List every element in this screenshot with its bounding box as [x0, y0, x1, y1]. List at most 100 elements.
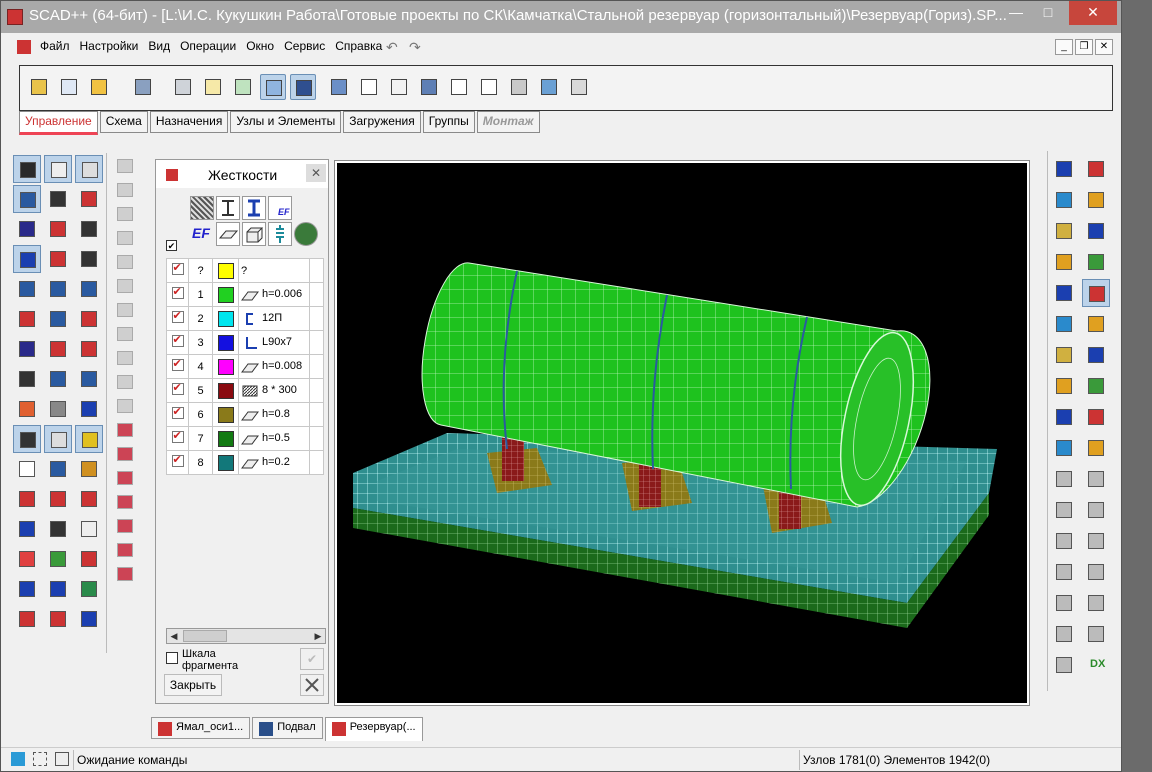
dx-button[interactable]: DX — [1082, 651, 1110, 679]
report-button[interactable] — [566, 74, 592, 100]
load-l-tool-button[interactable] — [44, 515, 72, 543]
fly-view-button[interactable] — [1050, 155, 1078, 183]
row-color[interactable] — [212, 306, 239, 331]
tab-nodes-elements[interactable]: Узлы и Элементы — [230, 111, 342, 133]
close-window-button[interactable]: ✕ — [1069, 1, 1117, 25]
row-visible-checkbox[interactable] — [166, 354, 189, 379]
stiffness-row[interactable]: 4 h=0.008 — [166, 354, 324, 379]
orbit-view-button[interactable] — [1050, 186, 1078, 214]
rotate-xy-view-button[interactable] — [1050, 279, 1078, 307]
node-grid-tool-button[interactable] — [75, 245, 103, 273]
filter-icon[interactable] — [55, 752, 69, 766]
hatch-section-icon[interactable] — [190, 196, 214, 220]
beam-g-tool-button[interactable] — [44, 575, 72, 603]
menu-operations[interactable]: Операции — [175, 39, 241, 53]
stiffness-row[interactable]: 1 h=0.006 — [166, 282, 324, 307]
stiffness-row[interactable]: 8 h=0.2 — [166, 450, 324, 475]
ef-beam-icon[interactable]: EF — [268, 196, 292, 220]
row-color[interactable] — [212, 354, 239, 379]
light-tool-button[interactable] — [75, 425, 103, 453]
cube-link-icon[interactable] — [117, 495, 133, 509]
menu-view[interactable]: Вид — [143, 39, 175, 53]
node-set-tool-button[interactable] — [44, 245, 72, 273]
menu-settings[interactable]: Настройки — [75, 39, 144, 53]
tools-button[interactable] — [300, 674, 324, 696]
bag-2-view-button[interactable] — [1082, 620, 1110, 648]
status-mode-icon[interactable] — [11, 752, 25, 766]
zoom-view-button[interactable] — [1050, 465, 1078, 493]
tab-groups[interactable]: Группы — [422, 111, 475, 133]
plate-tool-2-icon[interactable] — [117, 327, 133, 341]
menu-file[interactable]: Файл — [35, 39, 75, 53]
screen-view-button[interactable] — [1082, 496, 1110, 524]
image-button[interactable] — [416, 74, 442, 100]
snap-icon[interactable] — [33, 752, 47, 766]
load-g-tool-button[interactable] — [13, 515, 41, 543]
node-force-tool-button[interactable] — [44, 335, 72, 363]
sz-button[interactable] — [476, 74, 502, 100]
arrow-down-icon[interactable] — [117, 159, 133, 173]
row-visible-checkbox[interactable] — [166, 282, 189, 307]
scroll-left-icon[interactable]: ◀ — [167, 629, 181, 643]
solid-box-tool-button[interactable] — [44, 425, 72, 453]
stiffness-row[interactable]: 3 L90x7 — [166, 330, 324, 355]
export-button[interactable] — [356, 74, 382, 100]
grid-g-tool-button[interactable] — [13, 485, 41, 513]
node-down-tool-button[interactable] — [13, 335, 41, 363]
red-grid-icon[interactable] — [117, 423, 133, 437]
process-button[interactable] — [446, 74, 472, 100]
load-n-tool-button[interactable] — [13, 215, 41, 243]
bar-chart-tool-button[interactable] — [44, 545, 72, 573]
row-visible-checkbox[interactable] — [166, 426, 189, 451]
sum-load-tool-button[interactable] — [44, 605, 72, 633]
spring-node-tool-button[interactable] — [13, 185, 41, 213]
table-tool-icon[interactable] — [117, 567, 133, 581]
cube-tool-button[interactable] — [13, 455, 41, 483]
grid-n-tool-button[interactable] — [44, 485, 72, 513]
plate-eraser-tool-button[interactable] — [13, 425, 41, 453]
row-color[interactable] — [212, 330, 239, 355]
dot-grid-tool-button[interactable] — [75, 395, 103, 423]
open-button[interactable] — [86, 74, 112, 100]
menu-window[interactable]: Окно — [241, 39, 279, 53]
circle-view-button[interactable] — [1050, 558, 1078, 586]
arrow-curve-icon[interactable] — [117, 183, 133, 197]
paint-tool-icon[interactable] — [117, 399, 133, 413]
pen-g-tool-button[interactable] — [75, 575, 103, 603]
doc-tab-basement[interactable]: Подвал — [252, 717, 323, 739]
box-tool-button[interactable] — [75, 155, 103, 183]
color-grid-tool-button[interactable] — [75, 545, 103, 573]
ef-icon[interactable]: EF — [190, 222, 214, 246]
row-visible-checkbox[interactable] — [166, 402, 189, 427]
rotate-x-view-button[interactable] — [1082, 186, 1110, 214]
row-visible-checkbox[interactable] — [166, 378, 189, 403]
plate-tool-icon[interactable] — [117, 303, 133, 317]
axes-rotate-tool-button[interactable] — [13, 305, 41, 333]
solid-icon[interactable] — [242, 222, 266, 246]
pencil-tool-button[interactable] — [13, 155, 41, 183]
plate-icon[interactable] — [216, 222, 240, 246]
cube-cyan-4-view-button[interactable] — [1050, 403, 1078, 431]
fragment-view-button[interactable] — [1050, 434, 1078, 462]
axes-parallel-tool-button[interactable] — [75, 275, 103, 303]
tab-scheme[interactable]: Схема — [99, 111, 148, 133]
cursor-icon[interactable] — [117, 207, 133, 221]
import-button[interactable] — [26, 74, 52, 100]
apply-button[interactable]: ✔ — [300, 648, 324, 670]
cube-cyan-3-view-button[interactable] — [1082, 372, 1110, 400]
scheme-button[interactable] — [200, 74, 226, 100]
cube-cyan-2-view-button[interactable] — [1050, 372, 1078, 400]
plate-grid-tool-button[interactable] — [13, 395, 41, 423]
new-file-button[interactable] — [56, 74, 82, 100]
rotate-y-view-button[interactable] — [1082, 248, 1110, 276]
red-frame-view-button[interactable] — [1082, 558, 1110, 586]
node-moment-tool-button[interactable] — [75, 335, 103, 363]
scale-fragment-checkbox[interactable] — [166, 652, 178, 664]
stiffness-row[interactable]: 5 8 * 300 — [166, 378, 324, 403]
grid-view-view-button[interactable] — [1082, 434, 1110, 462]
cut-view-button[interactable] — [1082, 403, 1110, 431]
axes-cross-tool-button[interactable] — [13, 275, 41, 303]
row-color[interactable] — [212, 282, 239, 307]
bag-view-button[interactable] — [1050, 620, 1078, 648]
beam-i-tool-button[interactable] — [44, 185, 72, 213]
